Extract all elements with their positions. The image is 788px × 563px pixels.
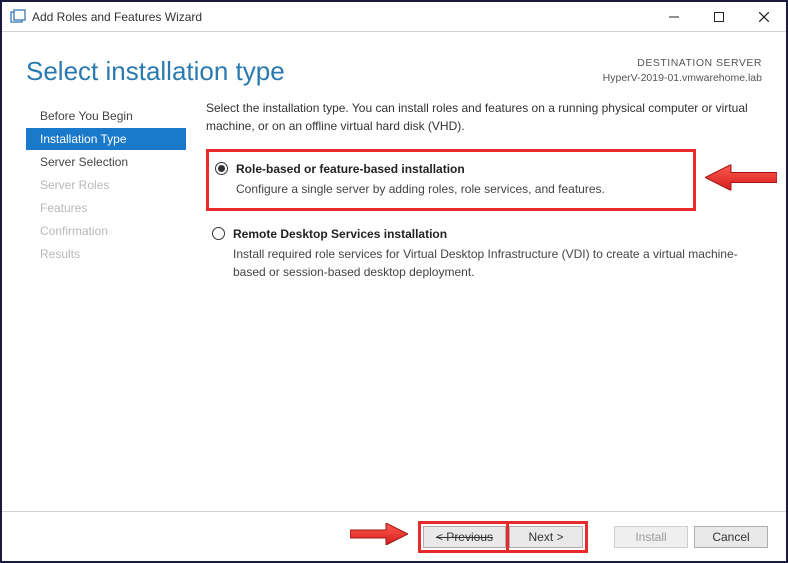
callout-arrow-icon bbox=[350, 523, 408, 550]
maximize-button[interactable] bbox=[696, 2, 741, 32]
step-features: Features bbox=[26, 197, 186, 219]
install-button: Install bbox=[614, 526, 688, 548]
option-title: Role-based or feature-based installation bbox=[236, 160, 683, 178]
option-title: Remote Desktop Services installation bbox=[233, 225, 756, 243]
option-remote-desktop[interactable]: Remote Desktop Services installation Ins… bbox=[206, 217, 766, 291]
wizard-body: Before You Begin Installation Type Serve… bbox=[2, 99, 786, 519]
title-bar: Add Roles and Features Wizard bbox=[2, 2, 786, 32]
window-title: Add Roles and Features Wizard bbox=[32, 10, 202, 24]
cancel-button[interactable]: Cancel bbox=[694, 526, 768, 548]
radio-remote-desktop[interactable] bbox=[212, 227, 225, 240]
app-icon bbox=[10, 9, 26, 25]
previous-button[interactable]: < Previous bbox=[423, 526, 506, 548]
option-role-based[interactable]: Role-based or feature-based installation… bbox=[206, 149, 696, 211]
step-confirmation: Confirmation bbox=[26, 220, 186, 242]
radio-role-based[interactable] bbox=[215, 162, 228, 175]
main-panel: Select the installation type. You can in… bbox=[186, 99, 766, 519]
destination-label: DESTINATION SERVER bbox=[603, 56, 762, 71]
step-server-selection[interactable]: Server Selection bbox=[26, 151, 186, 173]
minimize-button[interactable] bbox=[651, 2, 696, 32]
callout-arrow-icon bbox=[705, 165, 777, 196]
wizard-header: Select installation type DESTINATION SER… bbox=[2, 32, 786, 99]
destination-info: DESTINATION SERVER HyperV-2019-01.vmware… bbox=[603, 56, 762, 85]
step-server-roles: Server Roles bbox=[26, 174, 186, 196]
step-results: Results bbox=[26, 243, 186, 265]
next-button[interactable]: Next > bbox=[509, 526, 583, 548]
close-button[interactable] bbox=[741, 2, 786, 32]
step-before-you-begin[interactable]: Before You Begin bbox=[26, 105, 186, 127]
page-title: Select installation type bbox=[26, 56, 603, 87]
step-sidebar: Before You Begin Installation Type Serve… bbox=[26, 99, 186, 519]
destination-server: HyperV-2019-01.vmwarehome.lab bbox=[603, 71, 762, 86]
wizard-footer: < Previous Next > Install Cancel bbox=[2, 511, 786, 561]
step-installation-type[interactable]: Installation Type bbox=[26, 128, 186, 150]
option-desc: Install required role services for Virtu… bbox=[233, 245, 756, 281]
option-desc: Configure a single server by adding role… bbox=[236, 180, 683, 198]
intro-text: Select the installation type. You can in… bbox=[206, 99, 766, 135]
